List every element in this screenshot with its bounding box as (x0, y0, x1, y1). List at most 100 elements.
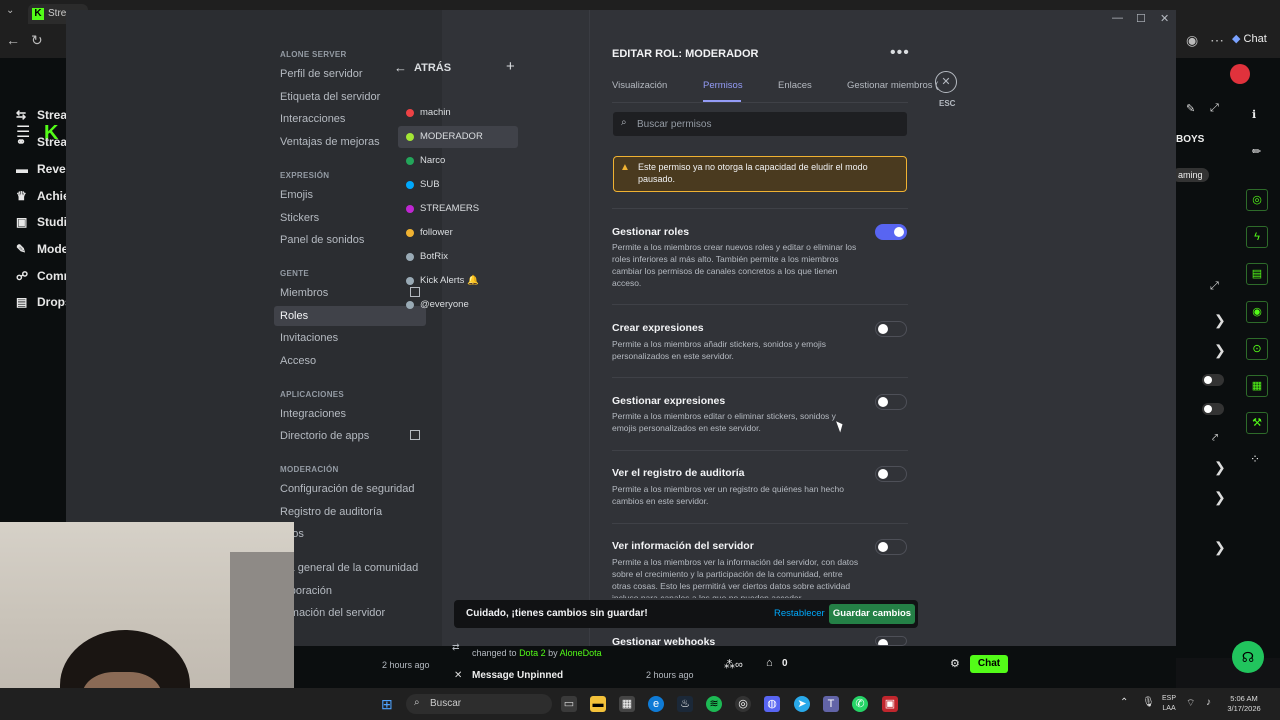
role-item[interactable]: BotRix (398, 246, 518, 268)
role-item[interactable]: @everyone (398, 294, 518, 316)
kick-nav-item[interactable]: ▣ Studi (16, 215, 67, 229)
whatsapp-icon[interactable]: ✆ (852, 696, 868, 712)
file-explorer-icon[interactable]: ▬ (590, 696, 606, 712)
role-item[interactable]: machin (398, 102, 518, 124)
expand-icon[interactable]: ⤢ (1210, 280, 1219, 293)
chevron-right-icon[interactable]: ❯ (1214, 342, 1226, 359)
kick-nav-item[interactable]: ▤ Drops (16, 295, 72, 309)
menu-icon[interactable]: ⋯ (1210, 32, 1224, 49)
info-icon[interactable]: ℹ (1252, 108, 1256, 121)
headset-support-button[interactable]: ☊ (1232, 641, 1264, 673)
toggle-gestionar-webhooks[interactable] (875, 636, 907, 646)
input-language[interactable]: ESP LAA (1162, 694, 1176, 714)
discord-icon[interactable]: ◍ (764, 696, 780, 712)
back-arrow-icon[interactable]: ← (394, 60, 407, 75)
tab-visualizacion[interactable]: Visualización (612, 80, 667, 91)
infinity-icon[interactable]: ⁂∞ (724, 658, 743, 671)
profile-icon[interactable]: ◉ (1186, 32, 1198, 49)
reload-icon[interactable]: ↻ (31, 32, 43, 49)
teams-icon[interactable]: T (823, 696, 839, 712)
kick-nav-item[interactable]: ☍ Comr (16, 269, 68, 283)
add-role-button[interactable]: + (506, 58, 515, 75)
mini-toggle[interactable] (1202, 403, 1224, 415)
edge-icon[interactable]: e (648, 696, 664, 712)
reset-button[interactable]: Restablecer (774, 608, 825, 619)
chevron-right-icon[interactable]: ❯ (1214, 539, 1226, 556)
nav-partial-item[interactable]: sta general de la comunidad (274, 558, 426, 578)
volume-icon[interactable]: ♪ (1206, 697, 1211, 708)
edit-icon[interactable]: ✎ (1186, 102, 1195, 115)
browser-chat-button[interactable]: ◆ Chat (1232, 32, 1267, 45)
category-badge[interactable]: aming (1172, 168, 1209, 182)
broadcast-icon[interactable]: ⊙ (1246, 338, 1268, 360)
popout-icon[interactable]: ⤤ (1212, 432, 1218, 445)
nav-acceso[interactable]: Acceso (274, 351, 426, 371)
role-item[interactable]: MODERADOR (398, 126, 518, 148)
wifi-icon[interactable]: ⌔ (1186, 697, 1195, 710)
chevron-right-icon[interactable]: ❯ (1214, 312, 1226, 329)
gift-icon[interactable]: ⌂ (766, 657, 773, 669)
role-item[interactable]: STREAMERS (398, 198, 518, 220)
tab-gestionar-miembros[interactable]: Gestionar miembros (2) (847, 80, 939, 91)
chat-bubble-icon[interactable]: ◉ (1246, 301, 1268, 323)
avatar[interactable] (1230, 64, 1250, 84)
role-item[interactable]: follower (398, 222, 518, 244)
settings-gear-icon[interactable]: ⚙ (950, 657, 960, 670)
role-item[interactable]: Narco (398, 150, 518, 172)
nav-invitaciones[interactable]: Invitaciones (274, 328, 426, 348)
nav-configuracion-seguridad[interactable]: Configuración de seguridad (274, 479, 426, 499)
maximize-icon[interactable]: ☐ (1136, 12, 1146, 25)
steam-icon[interactable]: ♨ (677, 696, 693, 712)
expand-icon[interactable]: ⤢ (1210, 102, 1219, 115)
toggle-crear-expresiones[interactable] (875, 321, 907, 337)
search-input[interactable] (637, 116, 897, 132)
send-chat-button[interactable]: Chat (970, 655, 1008, 673)
back-button[interactable]: ATRÁS (414, 62, 451, 74)
document-icon[interactable]: ▤ (1246, 263, 1268, 285)
toggle-gestionar-roles[interactable] (875, 224, 907, 240)
more-options-icon[interactable]: ••• (890, 44, 910, 62)
save-changes-button[interactable]: Guardar cambios (829, 604, 915, 624)
nav-integraciones[interactable]: Integraciones (274, 404, 426, 424)
obs-icon[interactable]: ◎ (735, 696, 751, 712)
toggle-ver-registro-auditoria[interactable] (875, 466, 907, 482)
kick-nav-item[interactable]: ⚭ Strea (16, 135, 67, 149)
chevron-right-icon[interactable]: ❯ (1214, 489, 1226, 506)
tab-enlaces[interactable]: Enlaces (778, 80, 812, 91)
permission-search[interactable]: ⌕ (613, 112, 907, 136)
close-window-icon[interactable]: ✕ (1160, 12, 1169, 25)
pencil-icon[interactable]: ✏ (1252, 145, 1261, 158)
tab-permisos[interactable]: Permisos (703, 80, 743, 91)
apps-icon[interactable]: ⁘ (1250, 452, 1260, 466)
mini-toggle[interactable] (1202, 374, 1224, 386)
nav-partial-item[interactable]: neos (274, 524, 426, 544)
app-icon[interactable]: ▣ (882, 696, 898, 712)
nav-partial-item[interactable]: ormación del servidor (274, 603, 426, 623)
tools-icon[interactable]: ⚒ (1246, 412, 1268, 434)
clock[interactable]: 5:06 AM 3/17/2026 (1224, 694, 1264, 714)
role-item[interactable]: Kick Alerts 🔔 (398, 270, 518, 292)
role-item[interactable]: SUB (398, 174, 518, 196)
kick-nav-item[interactable]: ✎ Mode (16, 242, 68, 256)
toggle-ver-informacion-servidor[interactable] (875, 539, 907, 555)
nav-registro-auditoria[interactable]: Registro de auditoría (274, 502, 426, 522)
windows-start-icon[interactable]: ⊞ (381, 696, 393, 713)
telegram-icon[interactable]: ➤ (794, 696, 810, 712)
tray-chevron-icon[interactable]: ⌃ (1120, 697, 1128, 708)
bolt-icon[interactable]: ϟ (1246, 226, 1268, 248)
minimize-icon[interactable]: — (1112, 12, 1123, 24)
taskbar-search[interactable]: ⌕ Buscar (406, 694, 552, 714)
toggle-gestionar-expresiones[interactable] (875, 394, 907, 410)
back-icon[interactable]: ← (6, 32, 20, 48)
task-view-icon[interactable]: ▭ (561, 696, 577, 712)
nav-directorio-apps[interactable]: Directorio de apps (274, 426, 426, 446)
focus-icon[interactable]: ◎ (1246, 189, 1268, 211)
nav-partial-item[interactable]: orporación (274, 581, 426, 601)
layers-icon[interactable]: ▦ (1246, 375, 1268, 397)
microphone-icon[interactable]: 🎙 (1142, 697, 1155, 708)
kick-nav-item[interactable]: ▬ Reve (16, 162, 66, 176)
kick-nav-item[interactable]: ⇆ Strea (16, 108, 67, 122)
chevron-right-icon[interactable]: ❯ (1214, 459, 1226, 476)
close-settings-button[interactable]: ✕ (935, 71, 957, 93)
store-icon[interactable]: ▦ (619, 696, 635, 712)
